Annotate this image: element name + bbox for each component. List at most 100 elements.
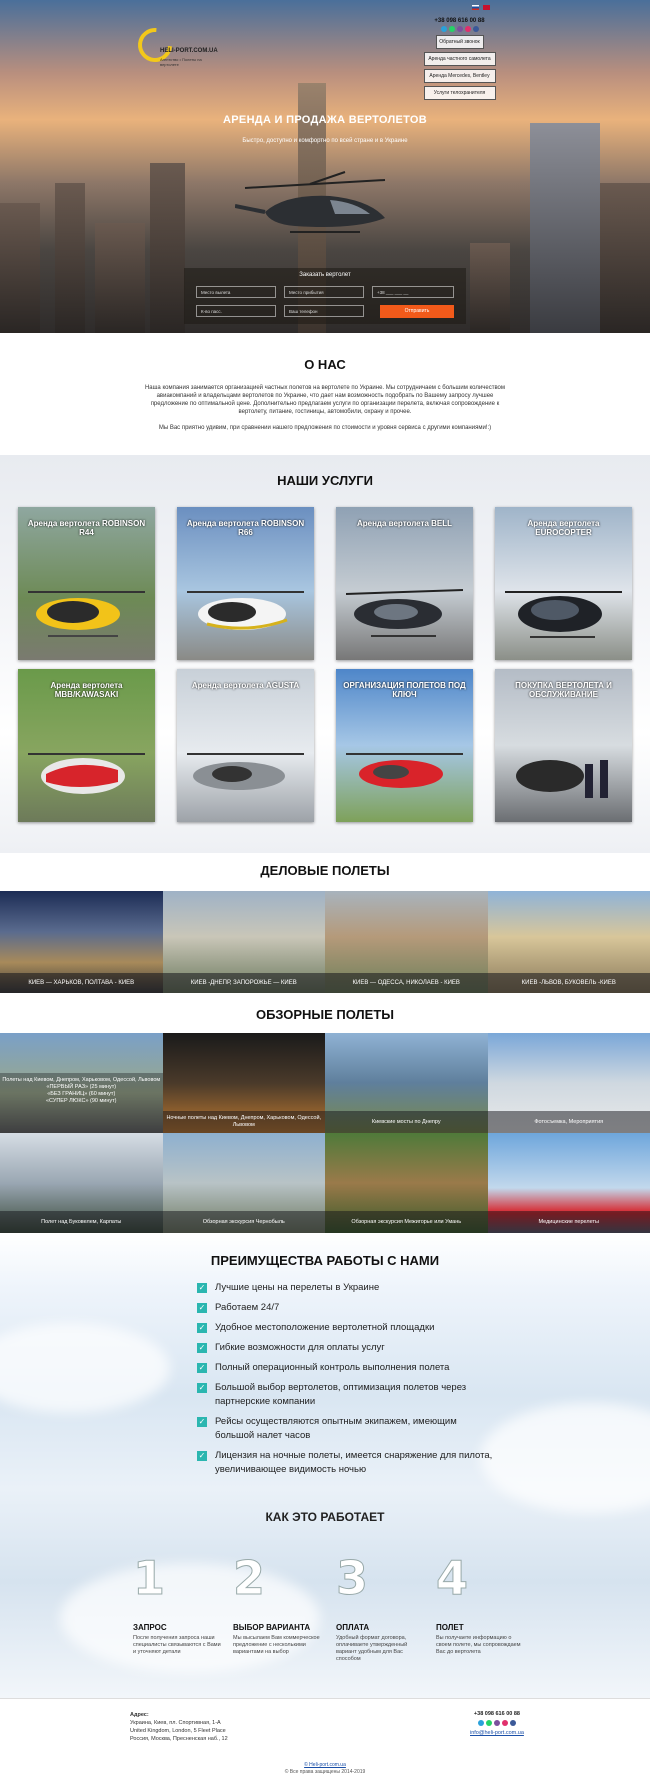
step-3: 3 ОПЛАТА Удобный формат договора, оплачи…: [336, 1551, 426, 1663]
helicopter-icon: [505, 591, 622, 638]
advantage-item: ✓ Лучшие цены на перелеты в Украине: [197, 1281, 497, 1295]
service-card-title: Аренда вертолета ROBINSON R44: [27, 519, 146, 537]
service-card[interactable]: ОРГАНИЗАЦИЯ ПОЛЕТОВ ПОД КЛЮЧ: [336, 669, 473, 822]
step-title: ПОЛЕТ: [436, 1623, 464, 1632]
route-caption: КИЕВ — ОДЕССА, НИКОЛАЕВ - КИЕВ: [325, 973, 488, 993]
whatsapp-icon[interactable]: [448, 26, 455, 32]
footer-address: Адрес: Украина, Киев, пл. Спортивная, 1-…: [130, 1711, 228, 1743]
step-desc: Вы получаете информацию о своем полете, …: [436, 1635, 521, 1655]
route-tile[interactable]: КИЕВ — ОДЕССА, НИКОЛАЕВ - КИЕВ: [325, 891, 488, 993]
arrival-input[interactable]: Место прибытия: [284, 286, 364, 298]
private-jet-button[interactable]: Аренда частного самолета: [423, 52, 496, 66]
overview-tile[interactable]: Полеты над Киевом, Днепром, Харьковом, О…: [0, 1033, 163, 1133]
route-tile[interactable]: КИЕВ -ДНЕПР, ЗАПОРОЖЬЕ — КИЕВ: [162, 891, 325, 993]
whatsapp-icon[interactable]: [485, 1720, 492, 1726]
service-card-title: ОРГАНИЗАЦИЯ ПОЛЕТОВ ПОД КЛЮЧ: [343, 681, 466, 699]
step-title: ВЫБОР ВАРИАНТА: [233, 1623, 311, 1632]
overview-caption-line: «БЕЗ ГРАНИЦ» (60 минут): [47, 1091, 116, 1097]
footer-contacts: +38 098 616 00 88 info@heli-port.com.ua: [470, 1711, 524, 1736]
facebook-icon[interactable]: [472, 26, 479, 32]
service-card[interactable]: Аренда вертолета ROBINSON R44: [18, 507, 155, 660]
overview-tile[interactable]: Медицинские перелеты: [487, 1133, 650, 1233]
check-icon: ✓: [197, 1323, 207, 1333]
viber-icon[interactable]: [456, 26, 463, 32]
footer-phone[interactable]: +38 098 616 00 88: [470, 1711, 524, 1717]
facebook-icon[interactable]: [509, 1720, 516, 1726]
passengers-input[interactable]: К-во пасс.: [196, 305, 276, 317]
service-card-title: Аренда вертолета BELL: [356, 519, 453, 528]
service-card[interactable]: Аренда вертолета MBB/KAWASAKI: [18, 669, 155, 822]
service-card[interactable]: ПОКУПКА ВЕРТОЛЕТА И ОБСЛУЖИВАНИЕ: [495, 669, 632, 822]
callback-button[interactable]: Обратный звонок: [435, 35, 484, 49]
advantage-item: ✓ Удобное местоположение вертолетной площ…: [197, 1321, 497, 1335]
your-phone-input[interactable]: Ваш телефон: [284, 305, 364, 317]
bodyguard-button[interactable]: Услуги телохранителя: [423, 86, 496, 100]
footer-messenger-icons: [470, 1720, 524, 1726]
site-logo[interactable]: HELI-PORT.COM.UA Агентство • Полеты на в…: [130, 21, 220, 70]
service-card[interactable]: Аренда вертолета ROBINSON R66: [177, 507, 314, 660]
footer-email-link[interactable]: info@heli-port.com.ua: [470, 1730, 524, 1736]
about-section: О НАС Наша компания занимается организац…: [0, 333, 650, 455]
form-title: Заказать вертолет: [299, 272, 351, 278]
step-number: 2: [233, 1551, 266, 1606]
overview-grid: Полеты над Киевом, Днепром, Харьковом, О…: [0, 1033, 650, 1233]
logo-name: HELI-PORT.COM.UA: [160, 48, 218, 54]
check-icon: ✓: [197, 1363, 207, 1373]
flag-ru-icon[interactable]: [472, 5, 479, 10]
header-phone[interactable]: +38 098 616 00 88: [422, 18, 497, 24]
overview-caption: Полеты над Киевом, Днепром, Харьковом, О…: [0, 1073, 163, 1133]
helicopter-icon: [346, 589, 463, 637]
overview-flights-section: ОБЗОРНЫЕ ПОЛЕТЫ Полеты над Киевом, Днепр…: [0, 993, 650, 1233]
overview-tile[interactable]: Фотосъемка, Мероприятия: [487, 1033, 650, 1133]
business-title: ДЕЛОВЫЕ ПОЛЕТЫ: [260, 863, 390, 878]
helicopter-icon: [516, 760, 608, 798]
city-building: [0, 203, 40, 333]
departure-input[interactable]: Место вылета: [196, 286, 276, 298]
hero-title: АРЕНДА И ПРОДАЖА ВЕРТОЛЕТОВ: [223, 114, 427, 126]
service-card[interactable]: Аренда вертолета AGUSTA: [177, 669, 314, 822]
advantages-title: ПРЕИМУЩЕСТВА РАБОТЫ С НАМИ: [210, 1253, 440, 1268]
route-caption: КИЕВ — ХАРЬКОВ, ПОЛТАВА - КИЕВ: [0, 973, 163, 993]
overview-tile[interactable]: Полет над Буковелем, Карпаты: [0, 1133, 163, 1233]
check-icon: ✓: [197, 1383, 207, 1393]
advantage-item: ✓ Рейсы осуществляются опытным экипажем, …: [197, 1415, 497, 1443]
how-it-works-title: КАК ЭТО РАБОТАЕТ: [265, 1510, 385, 1524]
site-link[interactable]: © Heli-port.com.ua: [0, 1762, 650, 1769]
city-building: [530, 123, 600, 333]
helicopter-icon: [187, 591, 304, 630]
route-tile[interactable]: КИЕВ -ЛЬВОВ, БУКОВЕЛЬ -КИЕВ: [487, 891, 650, 993]
advantage-text: Рейсы осуществляются опытным экипажем, и…: [215, 1416, 457, 1441]
route-tile[interactable]: КИЕВ — ХАРЬКОВ, ПОЛТАВА - КИЕВ: [0, 891, 163, 993]
viber-icon[interactable]: [493, 1720, 500, 1726]
about-text: Наша компания занимается организацией ча…: [144, 385, 506, 415]
business-flights-section: ДЕЛОВЫЕ ПОЛЕТЫ КИЕВ — ХАРЬКОВ, ПОЛТАВА -…: [0, 853, 650, 993]
send-button[interactable]: Отправить: [380, 305, 454, 318]
overview-tile[interactable]: Обзорная экскурсия Межигорье или Умань: [325, 1133, 488, 1233]
telegram-icon[interactable]: [477, 1720, 484, 1726]
service-card[interactable]: Аренда вертолета EUROCOPTER: [495, 507, 632, 660]
cloud-shape: [480, 1403, 650, 1513]
helicopter-icon: [346, 753, 463, 788]
helicopter-icon: [28, 591, 145, 637]
overview-caption: Киевские мосты по Днепру: [325, 1111, 488, 1133]
advantage-text: Гибкие возможности для оплаты услуг: [215, 1342, 385, 1353]
overview-tile[interactable]: Ночные полеты над Киевом, Днепром, Харьк…: [162, 1033, 325, 1133]
address-line: United Kingdom, London, 5 Fleet Place: [130, 1728, 226, 1734]
service-card[interactable]: Аренда вертолета BELL: [336, 507, 473, 660]
advantage-text: Лицензия на ночные полеты, имеется снаря…: [215, 1450, 493, 1475]
step-4: 4 ПОЛЕТ Вы получаете информацию о своем …: [436, 1551, 526, 1656]
overview-tile[interactable]: Киевские мосты по Днепру: [325, 1033, 488, 1133]
flag-uk-icon[interactable]: [482, 5, 490, 10]
car-rental-button[interactable]: Аренда Mercedes, Bentley: [423, 69, 496, 83]
language-flags[interactable]: [472, 5, 490, 12]
check-icon: ✓: [197, 1417, 207, 1427]
instagram-icon[interactable]: [501, 1720, 508, 1726]
telegram-icon[interactable]: [440, 26, 447, 32]
overview-caption-line: «СУПЕР ЛЮКС» (90 минут): [46, 1098, 117, 1104]
instagram-icon[interactable]: [464, 26, 471, 32]
copyright: © Heli-port.com.ua © Все права защищены …: [0, 1762, 650, 1776]
step-title: ОПЛАТА: [336, 1623, 370, 1632]
phone-input[interactable]: +38 ___ ___ __: [372, 286, 454, 298]
overview-tile[interactable]: Обзорная экскурсия Чернобыль: [162, 1133, 325, 1233]
service-card-title: ПОКУПКА ВЕРТОЛЕТА И ОБСЛУЖИВАНИЕ: [515, 681, 612, 699]
